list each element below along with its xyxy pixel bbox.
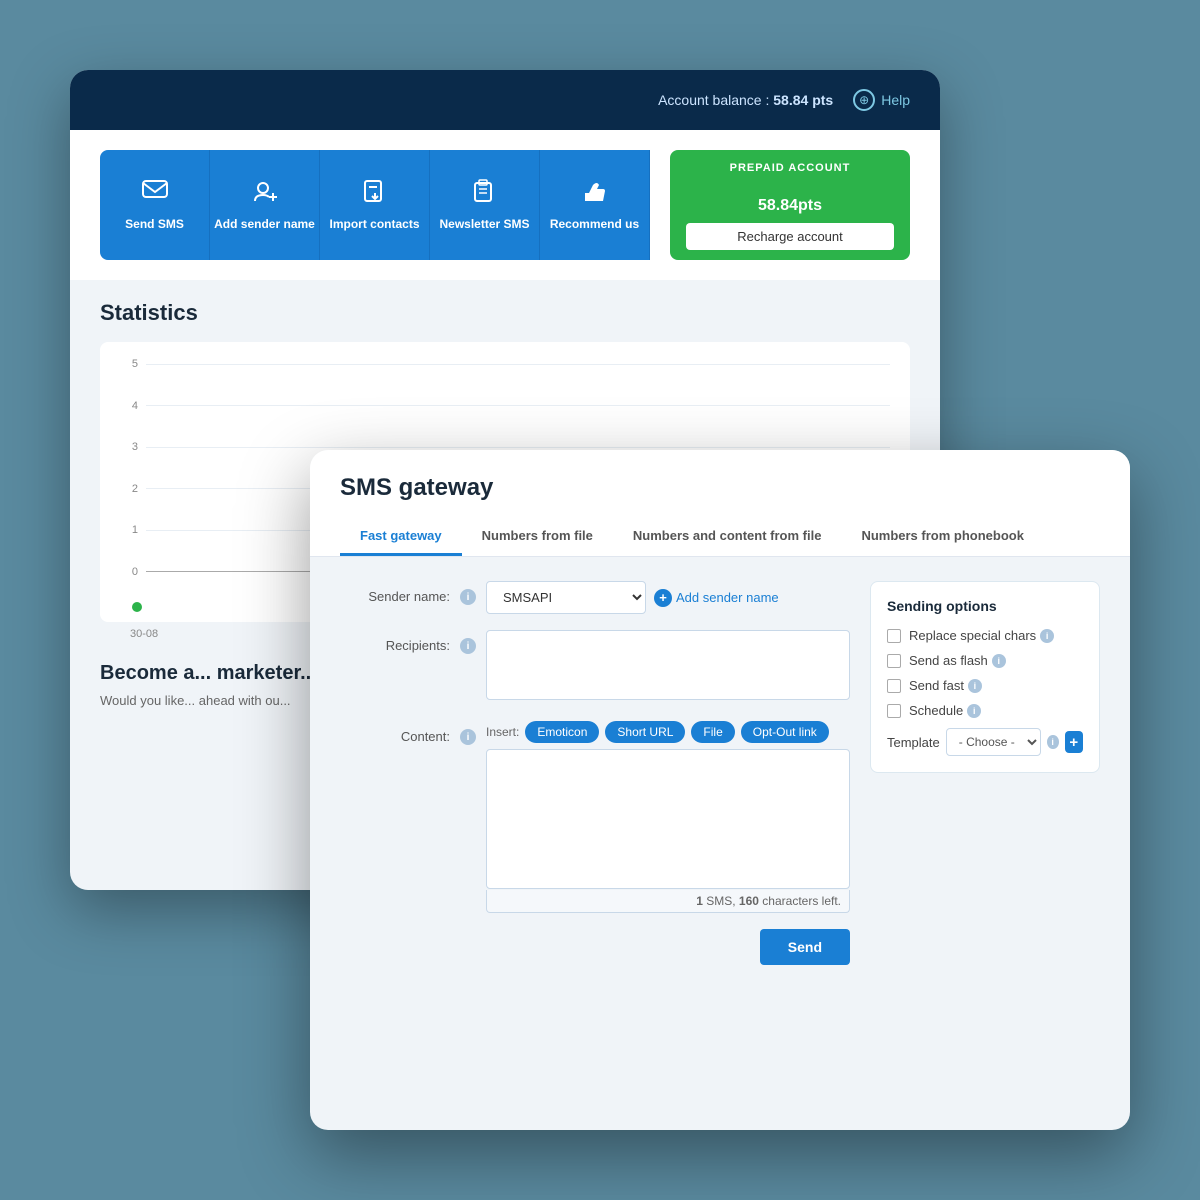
send-fast-checkbox[interactable] (887, 679, 901, 693)
newsletter-sms-button[interactable]: Newsletter SMS (430, 150, 540, 260)
send-as-flash-checkbox[interactable] (887, 654, 901, 668)
schedule-checkbox[interactable] (887, 704, 901, 718)
recipients-input[interactable] (486, 630, 850, 700)
gateway-header: SMS gateway Fast gateway Numbers from fi… (310, 450, 1130, 557)
recommend-us-button[interactable]: Recommend us (540, 150, 650, 260)
send-as-flash-label: Send as flash i (909, 653, 1006, 668)
option-send-as-flash: Send as flash i (887, 653, 1083, 668)
sending-options-title: Sending options (887, 598, 1083, 614)
sending-options-panel: Sending options Replace special chars i … (870, 581, 1100, 773)
account-balance: Account balance : 58.84 pts (658, 92, 833, 108)
add-icon: + (654, 589, 672, 607)
chars-left: 160 (739, 894, 759, 908)
help-button[interactable]: ⊕ Help (853, 89, 910, 111)
sms-gateway-card: SMS gateway Fast gateway Numbers from fi… (310, 450, 1130, 1130)
replace-special-chars-info-icon[interactable]: i (1040, 629, 1054, 643)
chart-dot (132, 602, 142, 612)
send-sms-icon (141, 179, 169, 209)
insert-label: Insert: (486, 725, 519, 739)
replace-special-chars-checkbox[interactable] (887, 629, 901, 643)
add-sender-icon (251, 179, 279, 209)
send-sms-button[interactable]: Send SMS (100, 150, 210, 260)
recipients-row: Recipients: i (340, 630, 850, 705)
sms-count: 1 (696, 894, 703, 908)
template-label: Template (887, 735, 940, 750)
prepaid-amount: 58.84pts (758, 182, 822, 216)
recommend-us-label: Recommend us (550, 217, 639, 231)
tab-numbers-from-file[interactable]: Numbers from file (462, 518, 613, 556)
content-label: Content: (340, 721, 450, 744)
action-bar: Send SMS Add sender name (70, 130, 940, 280)
content-input[interactable] (486, 749, 850, 889)
recipients-label: Recipients: (340, 630, 450, 653)
tab-fast-gateway[interactable]: Fast gateway (340, 518, 462, 556)
recipients-info-icon[interactable]: i (460, 638, 476, 654)
help-icon: ⊕ (853, 89, 875, 111)
option-schedule: Schedule i (887, 703, 1083, 718)
replace-special-chars-label: Replace special chars i (909, 628, 1054, 643)
chars-label: characters left. (762, 894, 841, 908)
sender-name-info-icon[interactable]: i (460, 589, 476, 605)
send-fast-info-icon[interactable]: i (968, 679, 982, 693)
send-as-flash-info-icon[interactable]: i (992, 654, 1006, 668)
send-row: Send (340, 929, 850, 965)
file-button[interactable]: File (691, 721, 734, 743)
tab-numbers-content-from-file[interactable]: Numbers and content from file (613, 518, 842, 556)
recharge-button[interactable]: Recharge account (686, 223, 894, 250)
template-info-icon[interactable]: i (1047, 735, 1059, 749)
prepaid-card: PREPAID ACCOUNT 58.84pts Recharge accoun… (670, 150, 910, 260)
tab-numbers-from-phonebook[interactable]: Numbers from phonebook (841, 518, 1044, 556)
template-row: Template - Choose - i + (887, 728, 1083, 756)
opt-out-link-button[interactable]: Opt-Out link (741, 721, 829, 743)
sms-counter: 1 SMS, 160 characters left. (486, 890, 850, 913)
option-send-fast: Send fast i (887, 678, 1083, 693)
gateway-content: Sender name: i SMSAPI + Add sender name (310, 557, 1130, 1130)
sms-counter-text: SMS, (706, 894, 739, 908)
chart-x-label: 30-08 (130, 628, 158, 640)
content-row: Content: i Insert: Emoticon Short URL Fi… (340, 721, 850, 913)
emoticon-button[interactable]: Emoticon (525, 721, 599, 743)
import-contacts-label: Import contacts (329, 217, 419, 231)
add-sender-label: Add sender name (214, 217, 315, 231)
prepaid-label: PREPAID ACCOUNT (730, 162, 851, 174)
content-info-icon[interactable]: i (460, 729, 476, 745)
newsletter-sms-label: Newsletter SMS (439, 217, 529, 231)
gateway-title: SMS gateway (340, 474, 1100, 502)
form-section: Sender name: i SMSAPI + Add sender name (340, 581, 850, 1113)
newsletter-sms-icon (471, 179, 499, 209)
tabs-container: Fast gateway Numbers from file Numbers a… (340, 518, 1100, 556)
send-sms-label: Send SMS (125, 217, 184, 231)
option-replace-special-chars: Replace special chars i (887, 628, 1083, 643)
stats-title: Statistics (100, 300, 910, 326)
add-sender-button[interactable]: Add sender name (210, 150, 320, 260)
template-select[interactable]: - Choose - (946, 728, 1041, 756)
send-button[interactable]: Send (760, 929, 850, 965)
schedule-label: Schedule i (909, 703, 981, 718)
template-add-button[interactable]: + (1065, 731, 1083, 753)
add-sender-link[interactable]: + Add sender name (654, 589, 779, 607)
header-bar: Account balance : 58.84 pts ⊕ Help (70, 70, 940, 130)
sender-name-row: Sender name: i SMSAPI + Add sender name (340, 581, 850, 614)
import-contacts-icon (361, 179, 389, 209)
sender-name-label: Sender name: (340, 581, 450, 604)
send-fast-label: Send fast i (909, 678, 982, 693)
import-contacts-button[interactable]: Import contacts (320, 150, 430, 260)
schedule-info-icon[interactable]: i (967, 704, 981, 718)
sender-name-select[interactable]: SMSAPI (486, 581, 646, 614)
short-url-button[interactable]: Short URL (605, 721, 685, 743)
add-sender-label: Add sender name (676, 590, 779, 605)
recommend-us-icon (581, 179, 609, 209)
insert-bar: Insert: Emoticon Short URL File Opt-Out … (486, 721, 850, 743)
